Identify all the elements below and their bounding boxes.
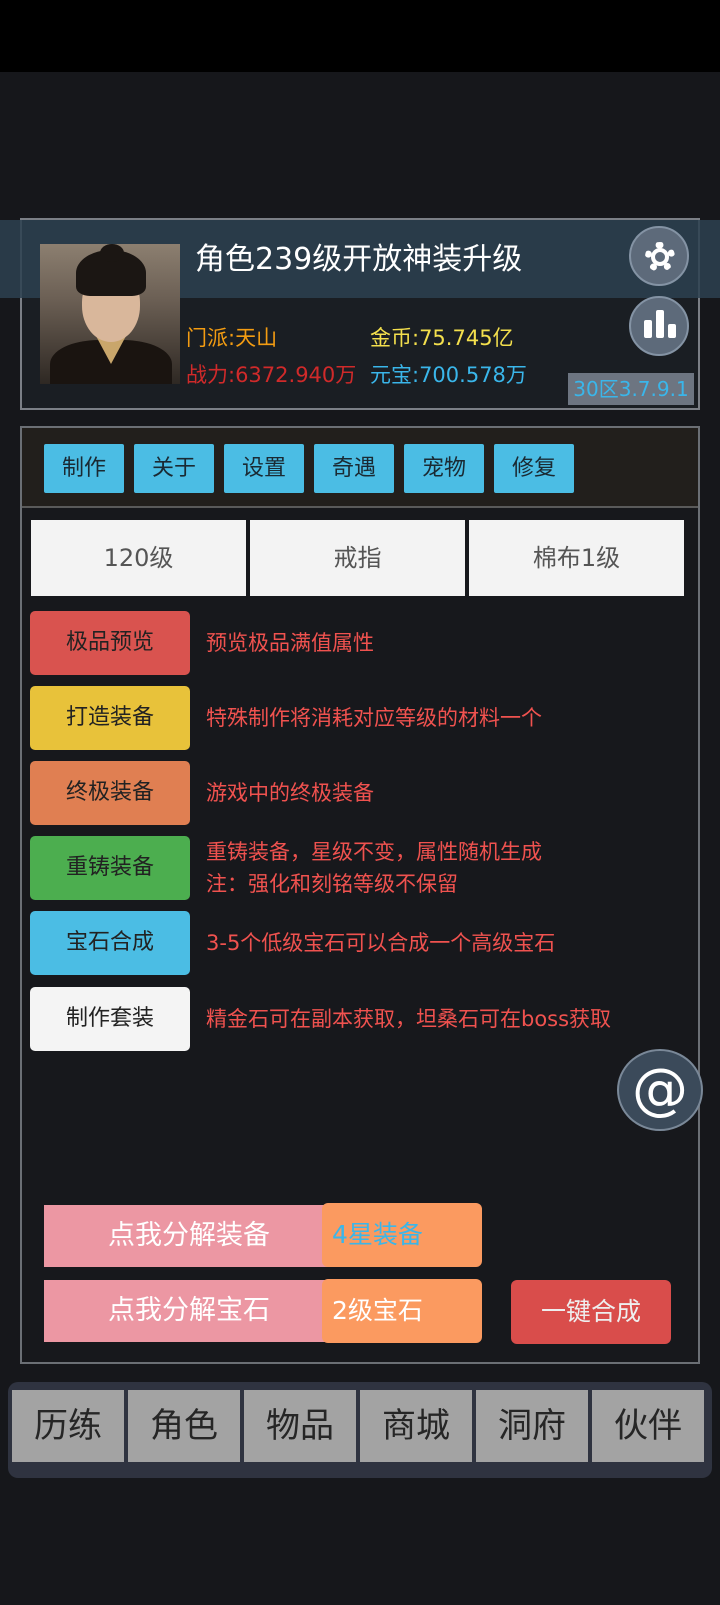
recast-equipment-button[interactable]: 重铸装备 bbox=[30, 836, 190, 900]
equipment-star-select[interactable]: 4星装备 bbox=[322, 1203, 482, 1267]
tab-settings[interactable]: 设置 bbox=[224, 444, 304, 493]
nav-items[interactable]: 物品 bbox=[244, 1390, 356, 1462]
ultimate-equipment-desc: 游戏中的终极装备 bbox=[206, 781, 374, 805]
gold-amount: 金币:75.745亿 bbox=[370, 326, 514, 350]
gem-level-select[interactable]: 2级宝石 bbox=[322, 1279, 482, 1343]
recast-equipment-desc: 重铸装备，星级不变，属性随机生成 bbox=[206, 840, 542, 864]
nav-training[interactable]: 历练 bbox=[12, 1390, 124, 1462]
forge-equipment-button[interactable]: 打造装备 bbox=[30, 686, 190, 750]
gem-synthesis-desc: 3-5个低级宝石可以合成一个高级宝石 bbox=[206, 931, 556, 955]
nav-partner[interactable]: 伙伴 bbox=[592, 1390, 704, 1462]
slot-selector[interactable]: 戒指 bbox=[250, 520, 465, 596]
recast-equipment-note: 注：强化和刻铭等级不保留 bbox=[206, 872, 458, 896]
make-set-button[interactable]: 制作套装 bbox=[30, 987, 190, 1051]
notice-text: 角色239级开放神装升级 bbox=[195, 242, 523, 277]
preview-best-desc: 预览极品满值属性 bbox=[206, 631, 374, 655]
level-selector[interactable]: 120级 bbox=[31, 520, 246, 596]
decompose-equipment-button[interactable]: 点我分解装备 bbox=[44, 1205, 334, 1267]
yuanbao-amount: 元宝:700.578万 bbox=[370, 363, 527, 387]
combat-power: 战力:6372.940万 bbox=[186, 363, 357, 387]
tab-make[interactable]: 制作 bbox=[44, 444, 124, 493]
status-bar bbox=[0, 0, 720, 72]
decompose-gem-button[interactable]: 点我分解宝石 bbox=[44, 1280, 334, 1342]
at-icon: @ bbox=[632, 1057, 688, 1122]
tab-adventure[interactable]: 奇遇 bbox=[314, 444, 394, 493]
tab-about[interactable]: 关于 bbox=[134, 444, 214, 493]
sect-label: 门派:天山 bbox=[186, 326, 278, 350]
material-selector[interactable]: 棉布1级 bbox=[469, 520, 684, 596]
gem-synthesis-button[interactable]: 宝石合成 bbox=[30, 911, 190, 975]
settings-button[interactable] bbox=[629, 226, 689, 286]
server-version: 30区3.7.9.1 bbox=[568, 373, 694, 405]
tab-pet[interactable]: 宠物 bbox=[404, 444, 484, 493]
avatar[interactable] bbox=[40, 244, 180, 384]
forge-equipment-desc: 特殊制作将消耗对应等级的材料一个 bbox=[206, 706, 542, 730]
stats-button[interactable] bbox=[629, 296, 689, 356]
tab-repair[interactable]: 修复 bbox=[494, 444, 574, 493]
nav-cave[interactable]: 洞府 bbox=[476, 1390, 588, 1462]
nav-character[interactable]: 角色 bbox=[128, 1390, 240, 1462]
preview-best-button[interactable]: 极品预览 bbox=[30, 611, 190, 675]
ultimate-equipment-button[interactable]: 终极装备 bbox=[30, 761, 190, 825]
mention-button[interactable]: @ bbox=[617, 1049, 703, 1131]
one-key-synthesis-button[interactable]: 一键合成 bbox=[511, 1280, 671, 1344]
make-set-desc: 精金石可在副本获取，坦桑石可在boss获取 bbox=[206, 1007, 612, 1031]
nav-shop[interactable]: 商城 bbox=[360, 1390, 472, 1462]
